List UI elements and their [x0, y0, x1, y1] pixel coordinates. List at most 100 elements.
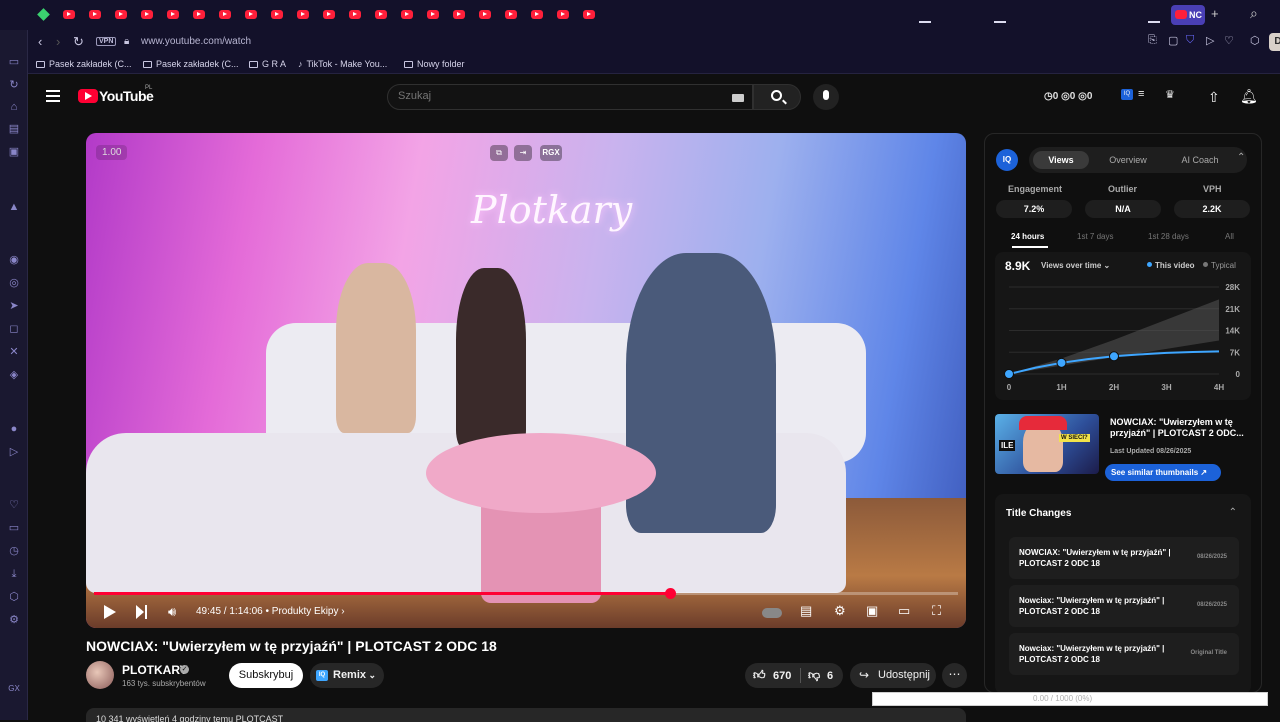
upload-icon[interactable]: ⇧ [1208, 89, 1220, 106]
volume-icon[interactable]: 🔊︎ [168, 604, 176, 620]
x-twitter-icon[interactable]: ✕ [7, 345, 21, 359]
sidebar-pip-icon[interactable]: ▣ [7, 145, 21, 159]
tab-views[interactable]: Views [1033, 151, 1089, 169]
vidiq-icon[interactable]: IQ [1121, 89, 1133, 100]
channel-avatar[interactable] [86, 661, 114, 689]
see-similar-thumbnails-button[interactable]: See similar thumbnails ↗ [1105, 464, 1221, 481]
history-icon[interactable]: ◷ [7, 544, 21, 558]
range-tab-all[interactable]: All [1225, 232, 1234, 241]
tab-ai-coach[interactable]: AI Coach [1167, 151, 1233, 169]
channel-name[interactable]: PLOTKARY [122, 663, 188, 677]
list-icon[interactable]: ≡ [1138, 88, 1144, 100]
youtube-tab-icon[interactable] [374, 8, 388, 22]
similar-thumbnail[interactable]: ILE W SIECI? [995, 414, 1099, 474]
dislike-icon[interactable]: 👎︎ [808, 668, 820, 683]
youtube-tab-icon[interactable] [556, 8, 570, 22]
youtube-tab-icon[interactable] [140, 8, 154, 22]
share-button[interactable]: ↪ Udostępnij [850, 663, 936, 688]
youtube-tab-icon[interactable] [62, 8, 76, 22]
sidebar-bag-icon[interactable]: ⌂ [7, 100, 21, 114]
collapse-icon[interactable]: ⌃ [1237, 152, 1245, 163]
whatsapp-icon[interactable]: ◎ [7, 276, 21, 290]
youtube-tab-icon[interactable] [270, 8, 284, 22]
settings-gear-icon[interactable]: ⚙ [834, 603, 846, 619]
search-input[interactable] [398, 90, 718, 102]
remix-button[interactable]: IQ Remix ⌄ [310, 663, 384, 688]
heart-icon[interactable]: ♡ [7, 498, 21, 512]
subscribe-button[interactable]: Subskrybuj [229, 663, 303, 688]
tab-search-icon[interactable]: ⌕ [1250, 5, 1258, 22]
range-tab-24h[interactable]: 24 hours [1011, 232, 1044, 241]
youtube-tab-icon[interactable] [296, 8, 310, 22]
forward-icon[interactable]: › [56, 34, 60, 49]
views-over-time-dropdown[interactable]: Views over time ⌄ [1041, 261, 1110, 270]
next-button[interactable] [136, 605, 148, 619]
menu-icon[interactable] [46, 90, 60, 102]
active-tab[interactable]: NC [1171, 5, 1205, 25]
search-button[interactable] [753, 84, 801, 110]
gx-icon[interactable]: GX [7, 682, 21, 696]
title-change-item[interactable]: Nowciax: "Uwierzyłem w tę przyjaźń" | PL… [1009, 585, 1239, 627]
profile-avatar[interactable]: D [1269, 33, 1280, 51]
youtube-tab-icon[interactable] [530, 8, 544, 22]
more-actions-button[interactable]: ⋯ [942, 663, 967, 688]
progress-bar[interactable] [94, 588, 958, 599]
youtube-tab-icon[interactable] [504, 8, 518, 22]
spotify-icon[interactable]: ● [7, 422, 21, 436]
player-icon[interactable]: ▷ [1206, 34, 1214, 47]
youtube-tab-icon[interactable] [218, 8, 232, 22]
title-change-item[interactable]: NOWCIAX: "Uwierzyłem w tę przyjaźń" | PL… [1009, 537, 1239, 579]
settings-icon[interactable]: ⚙ [7, 613, 21, 627]
youtube-tab-icon[interactable] [114, 8, 128, 22]
extensions-icon[interactable]: ⬡ [1250, 34, 1260, 47]
miniplayer-icon[interactable]: ▣ [866, 603, 878, 619]
sidebar-home-icon[interactable]: ▭ [7, 55, 21, 69]
instagram-icon[interactable]: ◻ [7, 322, 21, 336]
trophy-icon[interactable]: ♛ [1165, 88, 1175, 101]
subtitles-icon[interactable]: ▤ [800, 603, 812, 619]
snapshot-icon[interactable]: ▢ [1168, 34, 1178, 47]
back-icon[interactable]: ‹ [38, 34, 42, 49]
messenger-icon[interactable]: ◉ [7, 253, 21, 267]
discord-icon[interactable]: ◈ [7, 368, 21, 382]
keyboard-icon[interactable] [732, 94, 744, 102]
notifications-bell-icon[interactable]: 🔔︎ [1240, 88, 1258, 105]
bookmark-item[interactable]: Pasek zakładek (C... [143, 59, 239, 69]
heart-icon[interactable]: ♡ [1224, 34, 1234, 47]
youtube-logo-icon[interactable] [78, 89, 98, 103]
extensions-icon[interactable]: ⬡ [7, 590, 21, 604]
tab-favicon-icon[interactable] [37, 8, 51, 22]
youtube-tab-icon[interactable] [244, 8, 258, 22]
playback-speed-badge[interactable]: 1.00 [96, 145, 128, 160]
player-icon[interactable]: ▷ [7, 445, 21, 459]
reload-icon[interactable]: ↻ [73, 34, 84, 50]
youtube-tab-icon[interactable] [426, 8, 440, 22]
title-change-item[interactable]: Nowciax: "Uwierzyłem w tę przyjaźń" | PL… [1009, 633, 1239, 675]
like-count[interactable]: 670 [773, 670, 791, 682]
tab-overview[interactable]: Overview [1095, 151, 1161, 169]
youtube-tab-icon[interactable] [166, 8, 180, 22]
bookmark-item[interactable]: Pasek zakładek (C... [36, 59, 132, 69]
range-tab-7d[interactable]: 1st 7 days [1077, 232, 1113, 241]
collapse-icon[interactable]: ⌃ [1229, 507, 1237, 518]
sidebar-refresh-icon[interactable]: ↻ [7, 78, 21, 92]
youtube-tab-icon[interactable] [478, 8, 492, 22]
sidebar-aria-icon[interactable]: ▲ [7, 200, 21, 214]
lock-icon[interactable]: 🔒︎ [124, 36, 129, 47]
new-tab-icon[interactable]: + [1211, 6, 1219, 21]
dislike-count[interactable]: 6 [827, 670, 833, 682]
youtube-tab-icon[interactable] [400, 8, 414, 22]
bookmark-icon[interactable]: ⎘ [1148, 34, 1157, 47]
youtube-tab-icon[interactable] [88, 8, 102, 22]
bookmark-item[interactable]: G R A [249, 59, 286, 69]
youtube-tab-icon[interactable] [452, 8, 466, 22]
youtube-tab-icon[interactable] [322, 8, 336, 22]
vpn-badge[interactable]: VPN [96, 37, 117, 46]
fullscreen-icon[interactable]: ⛶ [932, 603, 941, 619]
play-button[interactable] [104, 605, 116, 619]
views-chart[interactable]: 28K 21K 14K 7K 0 0 1H 2H 3H 4H [995, 252, 1251, 400]
vidiq-logo-icon[interactable]: IQ [996, 149, 1018, 171]
downloads-icon[interactable]: ⤓ [7, 567, 21, 581]
chapter-label[interactable]: • Produkty Ekipy › [266, 606, 345, 617]
autoplay-toggle[interactable] [762, 608, 782, 618]
